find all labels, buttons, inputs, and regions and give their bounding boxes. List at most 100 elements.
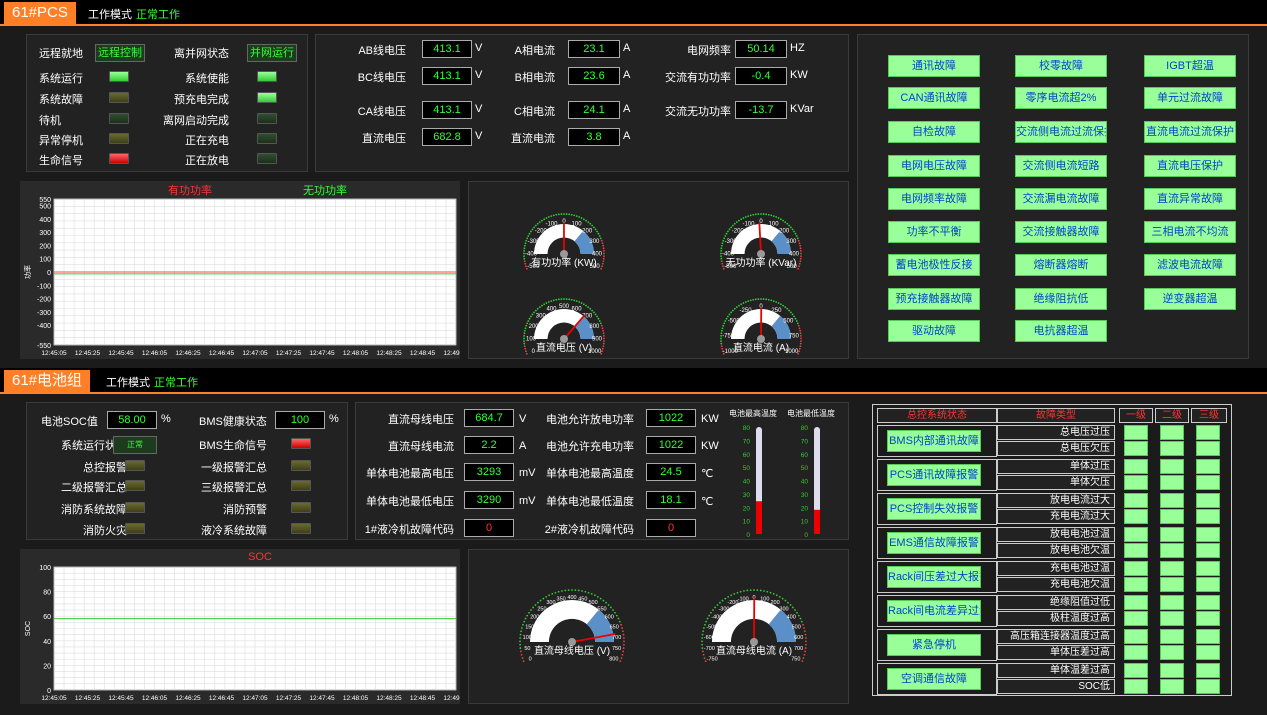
x-tick-label: 12:47:25 [276,695,302,702]
gauge-dot [617,617,620,620]
gauge-hub [568,638,576,646]
thermo-tick: 30 [743,492,751,499]
gauge-dot [550,300,553,302]
bat-measure-value: 18.1 [646,491,696,509]
gauge-dot [757,298,760,300]
gauge-dot [555,298,558,301]
level-indicator [1160,543,1184,558]
bat-header: 61#电池组 工作模式 正常工作 [0,368,1267,394]
status-label: 待机 [39,115,61,127]
gauge-dot [557,298,560,301]
thermo-tick: 10 [801,519,809,526]
gauge-dot [618,620,621,623]
gauge-dot [602,260,605,263]
gauge-dot [791,606,794,609]
gauge-dot [519,643,521,646]
x-tick-label: 12:46:45 [209,350,235,357]
gauge-dot [782,304,784,307]
gauge-dot [519,650,522,653]
measure-label: 交流无功功率 [665,106,731,118]
level-indicator [1196,425,1220,440]
bat-status-led [291,460,311,471]
thermo-tick: 30 [801,492,809,499]
thermo-title: 电池最低温度 [787,408,835,418]
gauge-dot [721,242,724,245]
x-tick-label: 12:47:25 [276,350,302,357]
gauge-dot [804,637,807,639]
gauge-dot [523,247,526,250]
gauge-dot [800,255,802,257]
measure-label: 电网频率 [687,45,731,57]
gauge-dot [728,313,731,316]
fault-indicator: 直流电压保护 [1144,155,1236,177]
gauge-dot [730,594,733,597]
gauge-dot [777,302,780,304]
gauge-dot [799,257,802,260]
bat-status-led [291,438,311,449]
gauge-dot [601,327,604,330]
bat-measure-unit: mV [519,495,536,507]
gauge-title: 无功功率 (KVar) [726,256,797,269]
fault-indicator: 直流电流过流保护 [1144,121,1236,143]
gauge-dot [786,222,789,225]
level-indicator [1124,527,1148,542]
thermo-tick: 50 [743,465,751,472]
gauge-dot [749,299,752,302]
fault-type-cell: 总电压过压 [997,425,1115,440]
gauge-dot [727,315,729,318]
gauge-tick: -100 [545,221,558,227]
gauge-dot [525,350,527,353]
level-indicator [1196,663,1220,678]
system-state-button[interactable]: 正常 [113,436,157,454]
gauge-dot [801,660,804,663]
gauge-dot [585,304,587,307]
pcs-status-panel: 远程就地 远程控制 系统运行 系统故障 待机 异常停机 生命信号 离并网状态 并网运行 系统使能预… [26,34,308,172]
gauge-dot [749,589,752,592]
gauge-dot [800,340,802,342]
fault-indicator: 校零故障 [1015,55,1107,77]
gauge-dot [788,224,791,227]
gauge-dot [738,219,740,222]
gauge-dot [530,315,532,318]
level-indicator [1196,509,1220,524]
grid-mode-button[interactable]: 并网运行 [247,44,297,62]
fault-indicator: 电网电压故障 [888,155,980,177]
gauge-tick: 300 [589,239,600,245]
gauge-dot [545,302,548,304]
level-indicator [1196,679,1220,694]
measure-unit: V [475,69,483,81]
x-tick-label: 12:48:45 [410,695,436,702]
level-indicator [1124,509,1148,524]
gauge-dot [763,590,765,592]
gauge-dot [736,591,739,594]
status-label: 正在充电 [185,135,229,147]
soc-label: 电池SOC值 [41,416,98,428]
fault-indicator: 单元过流故障 [1144,87,1236,109]
gauge-dot [557,590,560,593]
gauge-dot [596,315,598,318]
measure-unit: V [475,42,483,54]
gauge-dot [573,299,576,302]
gauge-dot [712,609,714,611]
gauge-tick: 200 [530,615,539,621]
gauge-tick: -300 [718,606,729,612]
gauge-dot [526,614,529,617]
gauge-dot [760,298,762,300]
fault-type-cell: 高压箱连接器温度过高 [997,629,1115,644]
measure-value: -0.4 [735,67,787,85]
alarm-button: BMS内部通讯故障 [887,430,981,452]
fault-type-cell: 放电电流过大 [997,493,1115,508]
status-led [109,133,129,144]
gauge-dot [802,623,804,626]
gauge-dot [598,235,601,237]
gauge-dot [602,599,605,602]
gauge-title: 直流电压 (V) [536,341,592,354]
gauge-dot [622,647,625,649]
remote-local-button[interactable]: 远程控制 [95,44,145,62]
y-tick-label: 500 [39,204,51,211]
gauge-dot [545,595,548,598]
bat-measure-unit: KW [701,413,719,425]
gauge-dot [720,244,723,247]
gauge-dot [534,309,537,312]
measure-label: AB线电压 [358,45,406,57]
